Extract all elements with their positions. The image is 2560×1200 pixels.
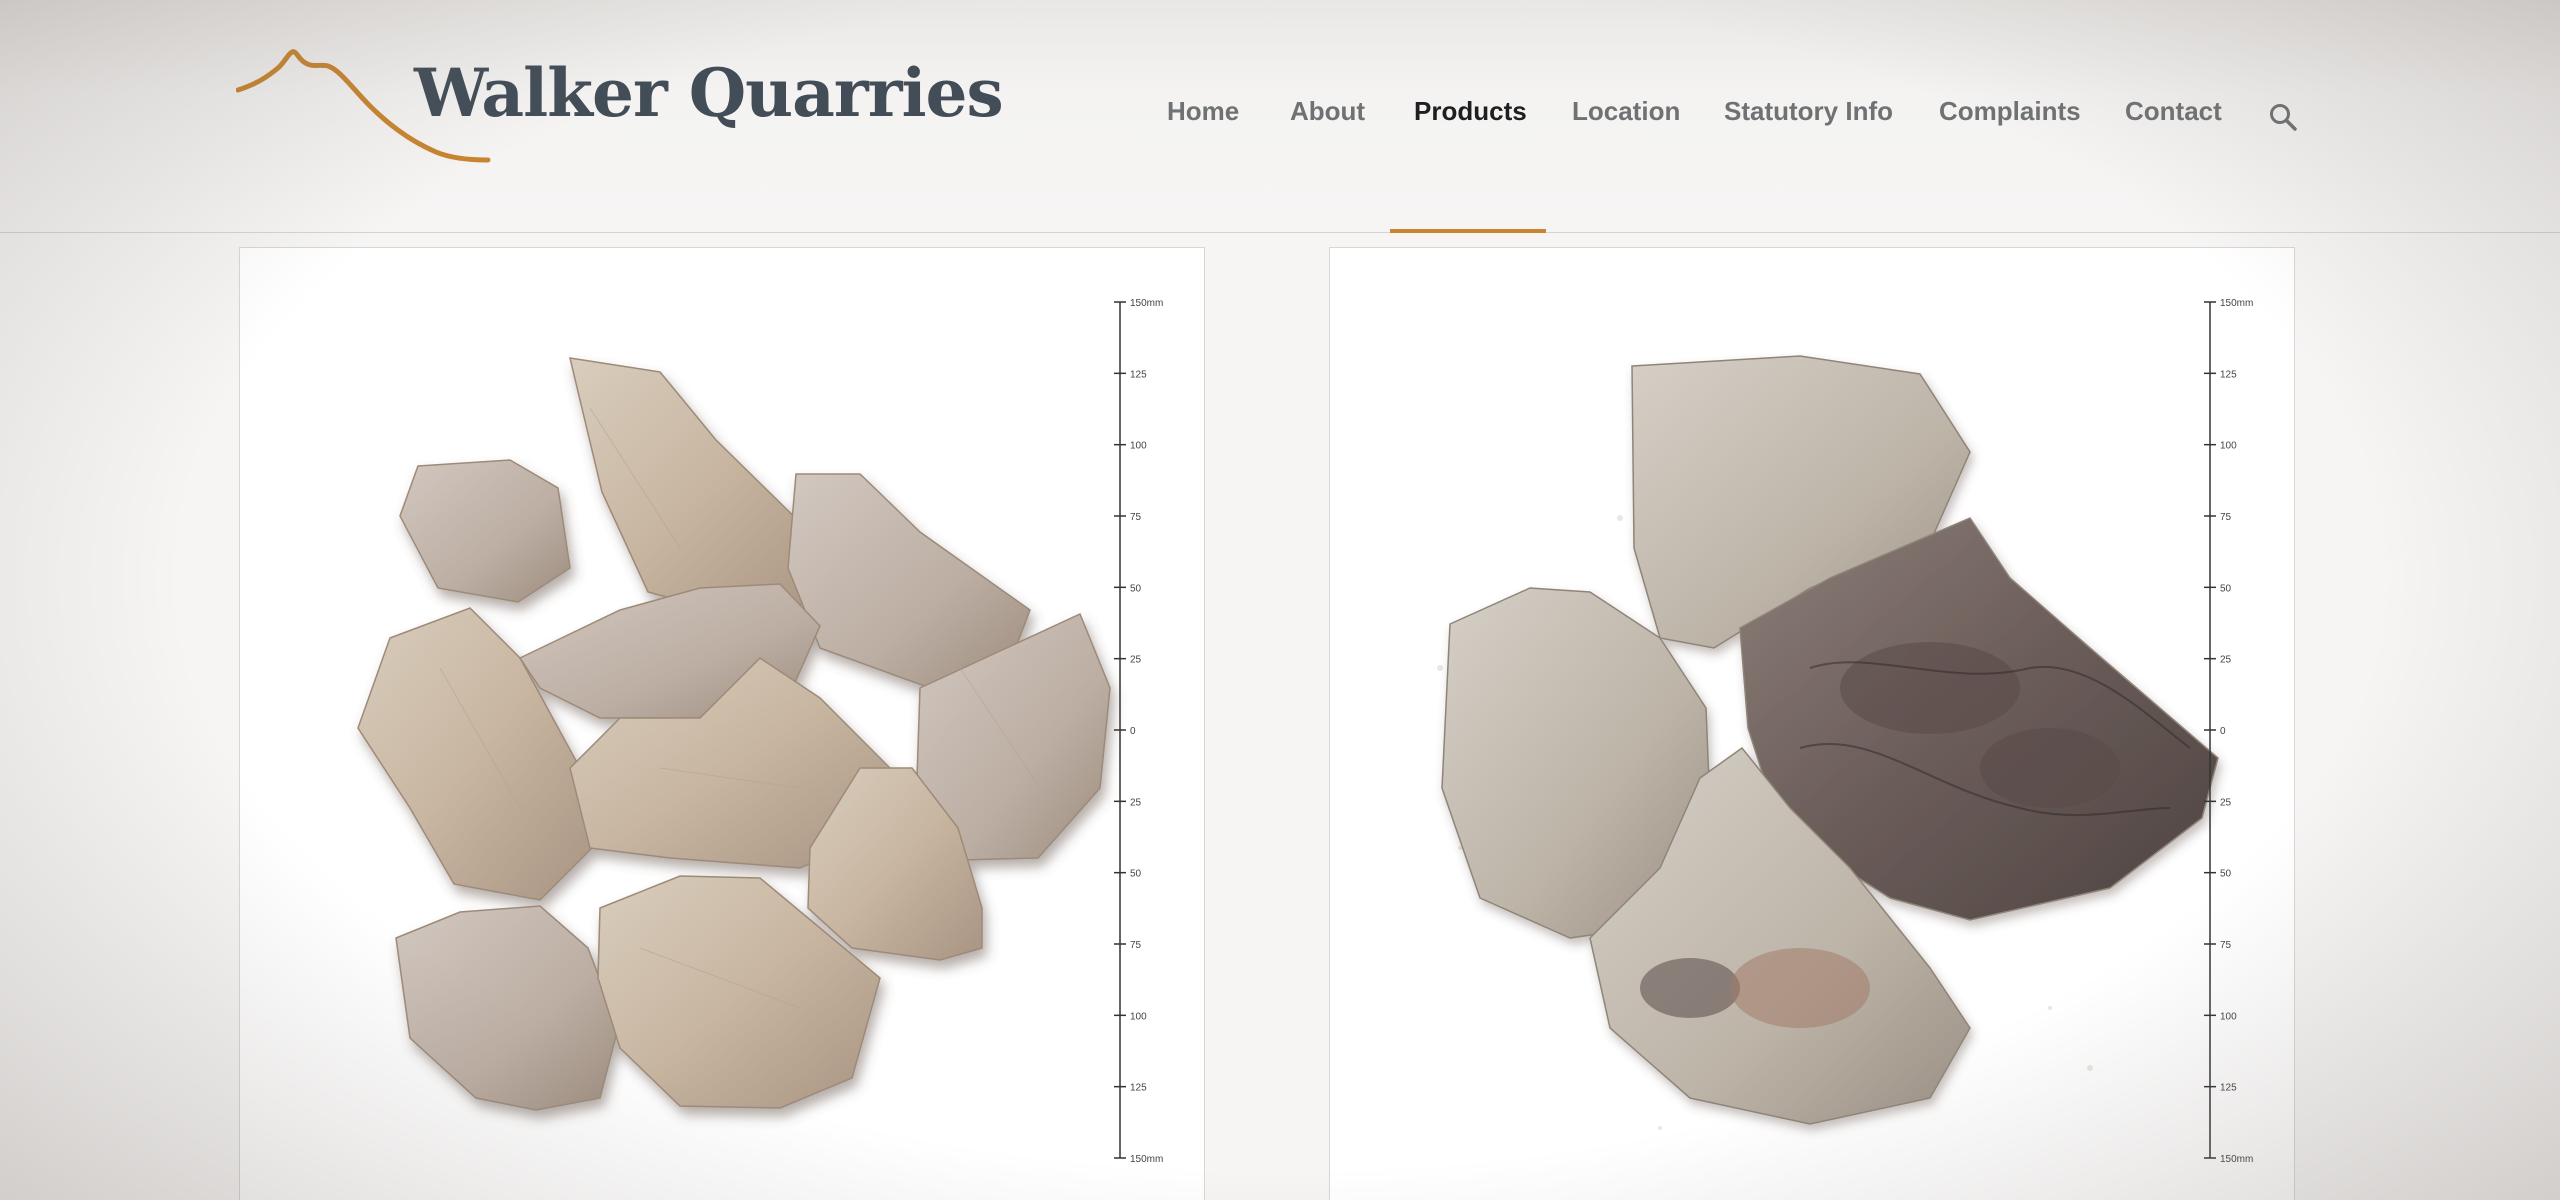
scale-label: 150mm [2220,298,2253,309]
scale-label: 75 [1130,512,1142,523]
scale-label: 100 [2220,441,2237,452]
scale-label: 0 [1130,726,1136,737]
scale-label: 125 [2220,369,2237,380]
scale-label: 125 [2220,1083,2237,1094]
nav-about[interactable]: About [1290,96,1365,127]
scale-label: 50 [2220,583,2232,594]
scale-label: 25 [1130,797,1142,808]
nav-complaints[interactable]: Complaints [1939,96,2081,127]
scale-label: 125 [1130,1083,1147,1094]
brand-name: Walker Quarries [414,54,1004,132]
nav-products[interactable]: Products [1414,96,1527,127]
scale-label: 125 [1130,369,1147,380]
scale-label: 25 [2220,655,2232,666]
scale-label: 150mm [1130,298,1163,309]
site-logo[interactable]: Walker Quarries [236,48,1004,168]
scale-ticks: 150mm 125 100 75 50 25 0 25 50 75 100 125 150mm [2204,298,2253,1165]
scale-label: 150mm [1130,1154,1163,1165]
active-nav-underline [1390,229,1546,233]
scale-label: 50 [1130,869,1142,880]
scale-label: 100 [1130,441,1147,452]
nav-contact[interactable]: Contact [2125,96,2222,127]
product-card-2[interactable]: 150mm 125 100 75 50 25 0 25 50 75 100 125 150mm [1329,247,2295,1200]
site-header: Walker Quarries Home About Products Loca… [0,0,2560,233]
nav-location[interactable]: Location [1572,96,1680,127]
scale-ticks: 150mm 125 100 75 50 25 0 25 50 75 100 125 150mm [1114,298,1163,1165]
product-card-1[interactable]: 150mm 125 100 75 50 25 0 25 50 75 100 125 150mm [239,247,1205,1200]
page: Walker Quarries Home About Products Loca… [0,0,2560,1200]
light-stone-aggregate-image: 150mm 125 100 75 50 25 0 25 50 75 100 125 150mm [357,298,1163,1165]
scale-label: 50 [1130,583,1142,594]
scale-label: 25 [1130,655,1142,666]
scale-label: 75 [1130,940,1142,951]
scale-label: 150mm [2220,1154,2253,1165]
dark-veined-stone-aggregate-image: 150mm 125 100 75 50 25 0 25 50 75 100 125 150mm [1437,298,2253,1165]
scale-label: 75 [2220,940,2232,951]
scale-label: 50 [2220,869,2232,880]
scale-label: 25 [2220,797,2232,808]
nav-home[interactable]: Home [1167,96,1239,127]
scale-label: 75 [2220,512,2232,523]
nav-statutory-info[interactable]: Statutory Info [1724,96,1893,127]
search-icon[interactable] [2268,102,2298,132]
scale-label: 100 [2220,1011,2237,1022]
scale-label: 0 [2220,726,2226,737]
scale-label: 100 [1130,1011,1147,1022]
